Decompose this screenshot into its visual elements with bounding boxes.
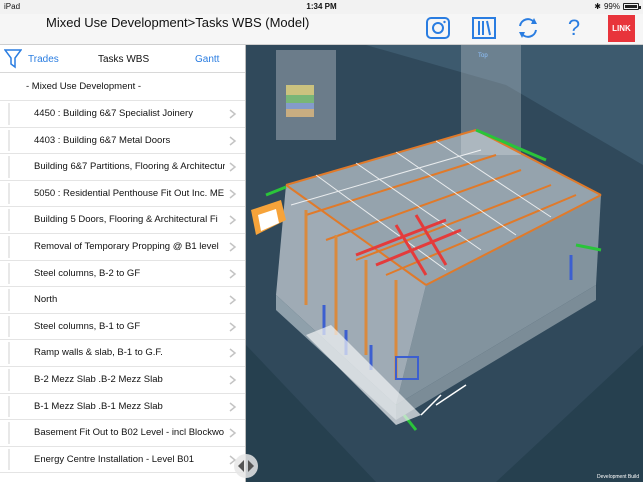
chevron-right-icon bbox=[229, 136, 237, 146]
chevron-right-icon bbox=[229, 242, 237, 252]
camera-button[interactable] bbox=[424, 14, 452, 42]
list-item[interactable]: 4403 : Building 6&7 Metal Doors bbox=[0, 128, 245, 155]
list-item[interactable]: Building 5 Doors, Flooring & Architectur… bbox=[0, 207, 245, 234]
model-viewport[interactable]: Top Development Build bbox=[246, 45, 643, 482]
list-item[interactable]: Basement Fit Out to B02 Level - incl Blo… bbox=[0, 420, 245, 447]
model-top-label: Top bbox=[478, 53, 488, 59]
sync-button[interactable] bbox=[514, 14, 542, 42]
building-model[interactable]: Top bbox=[246, 45, 643, 482]
list-item[interactable]: B-1 Mezz Slab .B-1 Mezz Slab bbox=[0, 394, 245, 421]
camera-icon bbox=[426, 17, 450, 39]
pager-control[interactable] bbox=[232, 452, 260, 480]
bluetooth-icon: ✱ bbox=[594, 2, 601, 11]
tree-root[interactable]: - Mixed Use Development - bbox=[0, 73, 245, 101]
list-item[interactable]: Steel columns, B-1 to GF bbox=[0, 314, 245, 341]
list-item[interactable]: Building 6&7 Partitions, Flooring & Arch… bbox=[0, 154, 245, 181]
battery-icon bbox=[623, 3, 641, 10]
chevron-right-icon bbox=[229, 322, 237, 332]
sidebar-tabs: Trades Tasks WBS Gantt bbox=[0, 45, 245, 73]
wbs-list: 4450 : Building 6&7 Specialist Joinery 4… bbox=[0, 101, 245, 474]
wbs-sidebar: Trades Tasks WBS Gantt - Mixed Use Devel… bbox=[0, 45, 246, 482]
list-item[interactable]: B-2 Mezz Slab .B-2 Mezz Slab bbox=[0, 367, 245, 394]
pager-arrows-icon bbox=[234, 454, 258, 478]
list-item[interactable]: 4450 : Building 6&7 Specialist Joinery bbox=[0, 101, 245, 128]
filter-button[interactable] bbox=[3, 49, 23, 72]
chevron-right-icon bbox=[229, 348, 237, 358]
chevron-right-icon bbox=[229, 428, 237, 438]
list-item[interactable]: North bbox=[0, 287, 245, 314]
list-item[interactable]: Removal of Temporary Propping @ B1 level bbox=[0, 234, 245, 261]
tab-trades[interactable]: Trades bbox=[28, 54, 59, 65]
clock: 1:34 PM bbox=[306, 2, 337, 11]
library-icon bbox=[472, 17, 496, 39]
filter-icon bbox=[3, 49, 23, 69]
list-item[interactable]: Steel columns, B-2 to GF bbox=[0, 261, 245, 288]
library-button[interactable] bbox=[470, 14, 498, 42]
chevron-right-icon bbox=[229, 109, 237, 119]
list-item[interactable]: Energy Centre Installation - Level B01 bbox=[0, 447, 245, 474]
battery-percent: 99% bbox=[603, 2, 620, 11]
nav-bar: Mixed Use Development>Tasks WBS (Model) … bbox=[0, 14, 643, 45]
link-button[interactable]: LINK bbox=[608, 15, 635, 42]
help-button[interactable]: ? bbox=[560, 14, 588, 42]
list-item[interactable]: Ramp walls & slab, B-1 to G.F. bbox=[0, 340, 245, 367]
chevron-right-icon bbox=[229, 268, 237, 279]
list-item[interactable]: 5050 : Residential Penthouse Fit Out Inc… bbox=[0, 181, 245, 208]
chevron-right-icon bbox=[229, 162, 237, 172]
chevron-right-icon bbox=[229, 295, 237, 305]
page-title: Mixed Use Development>Tasks WBS (Model) bbox=[46, 15, 310, 30]
sync-icon bbox=[519, 18, 537, 38]
chevron-right-icon bbox=[229, 189, 237, 199]
chevron-right-icon bbox=[229, 215, 237, 225]
tab-gantt[interactable]: Gantt bbox=[195, 54, 219, 65]
status-bar: iPad 1:34 PM ✱ 99% bbox=[0, 0, 643, 14]
status-right: ✱ 99% bbox=[594, 2, 641, 11]
tab-tasks-wbs[interactable]: Tasks WBS bbox=[98, 54, 149, 65]
chevron-right-icon bbox=[229, 375, 237, 385]
model-footer-label: Development Build bbox=[597, 474, 639, 480]
chevron-right-icon bbox=[229, 401, 237, 412]
